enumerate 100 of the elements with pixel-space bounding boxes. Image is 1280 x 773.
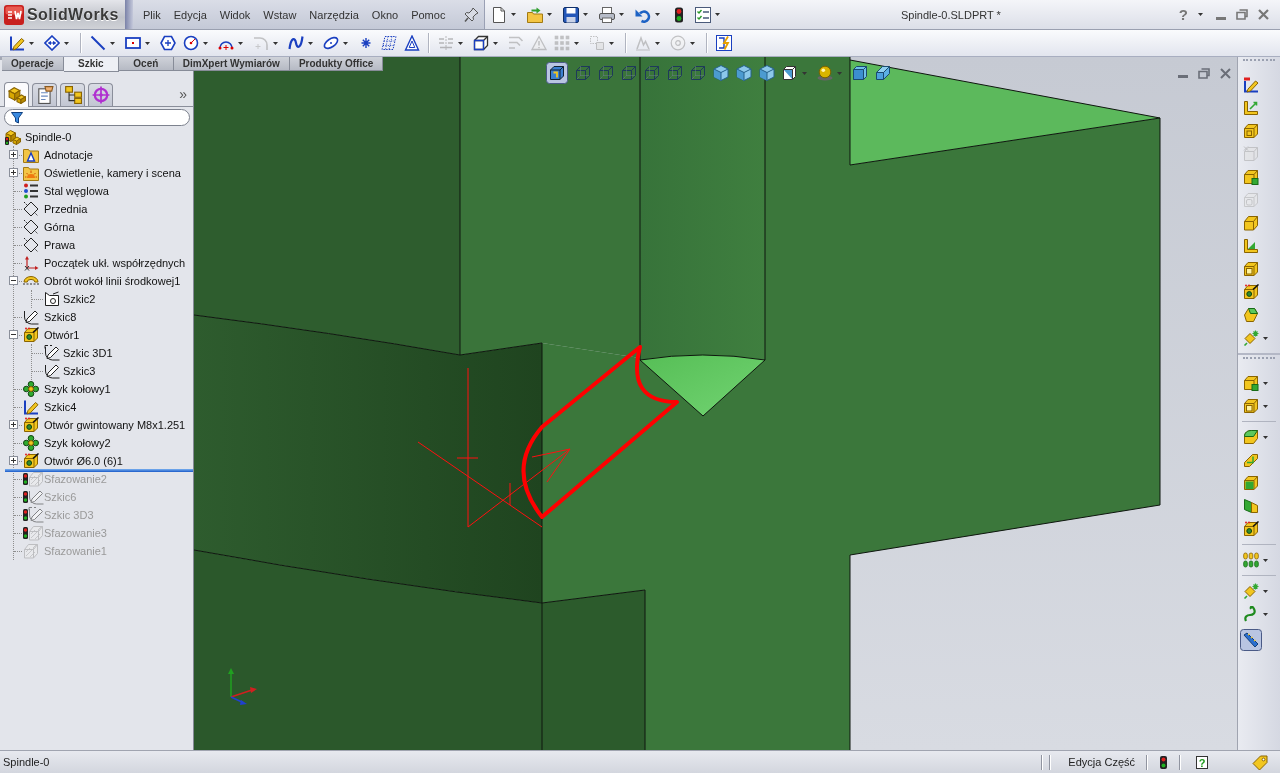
- sphere-icon[interactable]: [817, 65, 833, 81]
- caret-icon[interactable]: [238, 41, 243, 45]
- menu-item[interactable]: Okno: [371, 8, 399, 21]
- caret-icon[interactable]: [583, 13, 588, 16]
- slanted-box-icon[interactable]: [875, 65, 891, 81]
- cube-badge-icon[interactable]: [1243, 169, 1259, 185]
- pushpin-icon[interactable]: [464, 7, 479, 22]
- restore-icon[interactable]: [1236, 9, 1248, 20]
- half-shaded-cube-icon[interactable]: [782, 65, 798, 81]
- traffic-light-icon[interactable]: [1160, 755, 1167, 769]
- caret-icon[interactable]: [1263, 404, 1268, 408]
- panel-tab[interactable]: [88, 83, 113, 106]
- panel-tab[interactable]: [32, 83, 57, 106]
- dotted-grid-icon[interactable]: [381, 35, 397, 51]
- solid-cube-icon[interactable]: [852, 65, 868, 81]
- cube-icon[interactable]: [1243, 215, 1259, 231]
- feature-tree-item[interactable]: Szkic4: [44, 401, 77, 413]
- feature-tree-item[interactable]: Stal węglowa: [44, 185, 109, 197]
- beveled-cube-icon[interactable]: [1243, 307, 1259, 323]
- wall-corner-icon[interactable]: [1243, 100, 1259, 116]
- angle-bracket-icon[interactable]: [1243, 238, 1259, 254]
- rib-icon[interactable]: [1243, 452, 1259, 468]
- restore-icon[interactable]: [1198, 68, 1210, 79]
- expand-tabs-button[interactable]: »: [179, 86, 187, 102]
- shaded-face-cube-icon[interactable]: [1243, 475, 1259, 491]
- help-button[interactable]: ?: [1178, 6, 1188, 23]
- plus-box-icon[interactable]: [9, 168, 18, 177]
- feature-tree-item[interactable]: Oświetlenie, kamery i scena: [44, 167, 181, 179]
- panel-tab[interactable]: [4, 82, 29, 107]
- caret-icon[interactable]: [619, 13, 624, 16]
- cube-outline-icon[interactable]: [473, 35, 489, 51]
- new-document-icon[interactable]: [491, 6, 507, 23]
- menu-item[interactable]: Wstaw: [263, 8, 297, 21]
- ruler-icon[interactable]: [1240, 629, 1262, 651]
- panel-tab[interactable]: [60, 83, 85, 106]
- checklist-icon[interactable]: [695, 6, 711, 23]
- menu-item[interactable]: Narzędzia: [309, 8, 359, 21]
- caret-icon[interactable]: [1263, 381, 1268, 385]
- pencil-corner-icon[interactable]: [1243, 77, 1259, 93]
- framed-cube-icon[interactable]: [1243, 123, 1259, 139]
- line-icon[interactable]: [90, 35, 106, 51]
- caret-icon[interactable]: [715, 13, 720, 16]
- caret-icon[interactable]: [547, 13, 552, 16]
- shaded-cube-icon[interactable]: [736, 65, 752, 81]
- caret-icon[interactable]: [1263, 336, 1268, 340]
- diamond-icon[interactable]: [44, 35, 60, 51]
- square-cube-icon[interactable]: [1243, 398, 1259, 414]
- rectangle-icon[interactable]: [125, 35, 141, 51]
- close-icon[interactable]: [1220, 68, 1231, 79]
- caret-icon[interactable]: [203, 41, 208, 45]
- filter-field[interactable]: [4, 109, 190, 126]
- feature-tree-item[interactable]: Otwór Ø6.0 (6)1: [44, 455, 123, 467]
- spline-curve-icon[interactable]: [288, 35, 304, 51]
- minus-box-icon[interactable]: [9, 276, 18, 285]
- square-cube-icon[interactable]: [1243, 261, 1259, 277]
- printer-icon[interactable]: [599, 6, 615, 23]
- caret-icon[interactable]: [511, 13, 516, 16]
- shaded-cube-icon[interactable]: [759, 65, 775, 81]
- caret-icon[interactable]: [29, 41, 34, 45]
- s-curve-icon[interactable]: [1243, 606, 1259, 622]
- close-icon[interactable]: [1258, 9, 1269, 20]
- caret-icon[interactable]: [493, 41, 498, 45]
- outlined-triangle-icon[interactable]: [404, 35, 420, 51]
- snap-lightning-icon[interactable]: [716, 35, 732, 51]
- pill-grid-icon[interactable]: [1243, 552, 1259, 568]
- command-tab[interactable]: Produkty Office: [289, 57, 384, 71]
- feature-tree-item[interactable]: Prawa: [44, 239, 76, 251]
- feature-tree-item[interactable]: Szkic3: [63, 365, 96, 377]
- caret-icon[interactable]: [64, 41, 69, 45]
- hole-cube-icon[interactable]: [1243, 521, 1259, 537]
- view-cube-icon[interactable]: [546, 62, 568, 84]
- command-tab[interactable]: Szkic: [63, 57, 119, 72]
- plus-box-icon[interactable]: [9, 456, 18, 465]
- rounded-cube-icon[interactable]: [1243, 429, 1259, 445]
- circle-icon[interactable]: [183, 35, 199, 51]
- caret-icon[interactable]: [110, 41, 115, 45]
- caret-icon[interactable]: [308, 41, 313, 45]
- feature-tree-item[interactable]: Szyk kołowy1: [44, 383, 111, 395]
- feature-tree-item[interactable]: Obrót wokół linii środkowej1: [44, 275, 181, 287]
- caret-icon[interactable]: [1263, 589, 1268, 593]
- feature-tree-item[interactable]: Adnotacje: [44, 149, 93, 161]
- cube-badge-icon[interactable]: [1243, 375, 1259, 391]
- feature-tree-item[interactable]: Szkic8: [44, 311, 77, 323]
- menu-item[interactable]: Widok: [219, 8, 251, 21]
- menu-item[interactable]: Plik: [143, 8, 161, 21]
- feature-tree-item[interactable]: Szkic2: [63, 293, 96, 305]
- feature-tree-item[interactable]: Szyk kołowy2: [44, 437, 111, 449]
- menu-item[interactable]: Pomoc: [411, 8, 446, 21]
- plus-box-icon[interactable]: [9, 420, 18, 429]
- caret-icon[interactable]: [655, 13, 660, 16]
- command-tab[interactable]: Oceń: [118, 57, 174, 71]
- command-tab[interactable]: DimXpert Wymiarów: [173, 57, 290, 71]
- caret-icon[interactable]: [1263, 612, 1268, 616]
- hexagon-icon[interactable]: [160, 35, 176, 51]
- caret-icon[interactable]: [1263, 558, 1268, 562]
- ellipse-icon[interactable]: [323, 35, 339, 51]
- feature-tree-item[interactable]: Górna: [44, 221, 75, 233]
- feature-tree-item[interactable]: Przednia: [44, 203, 88, 215]
- caret-icon[interactable]: [145, 41, 150, 45]
- hole-cube-icon[interactable]: [1243, 284, 1259, 300]
